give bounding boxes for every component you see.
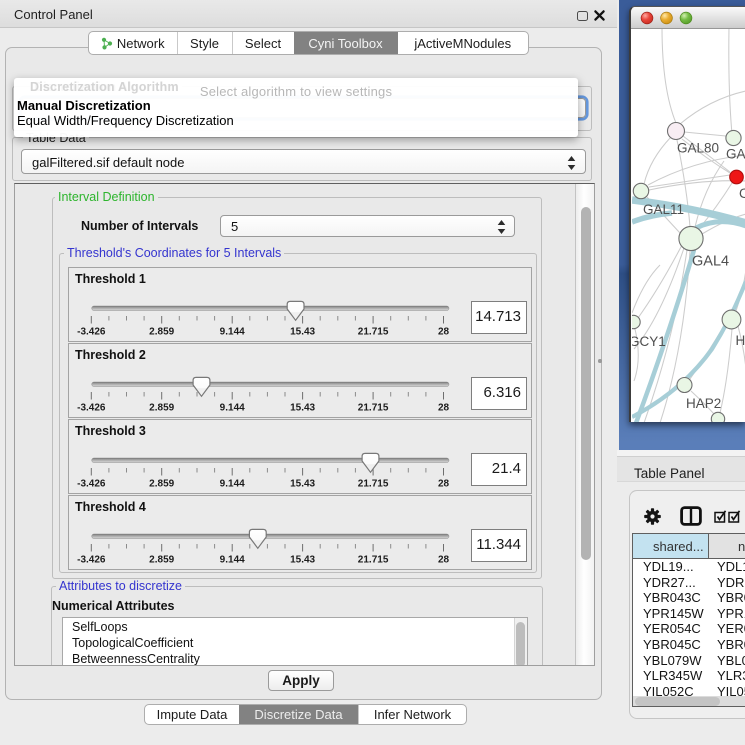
svg-text:HAP2: HAP2: [686, 396, 721, 411]
svg-text:21.715: 21.715: [358, 479, 389, 490]
svg-text:2.859: 2.859: [149, 555, 174, 566]
svg-text:21.715: 21.715: [358, 403, 389, 414]
svg-text:-3.426: -3.426: [77, 327, 106, 338]
svg-text:28: 28: [438, 327, 450, 338]
svg-text:9.144: 9.144: [220, 479, 245, 490]
svg-text:9.144: 9.144: [220, 555, 245, 566]
svg-text:28: 28: [438, 403, 450, 414]
svg-text:GAL11: GAL11: [643, 202, 684, 217]
svg-text:2.859: 2.859: [149, 479, 174, 490]
svg-text:GAL3: GAL3: [726, 147, 745, 162]
svg-text:-3.426: -3.426: [77, 479, 106, 490]
svg-text:21.715: 21.715: [358, 555, 389, 566]
svg-text:28: 28: [438, 479, 450, 490]
svg-text:15.43: 15.43: [290, 479, 315, 490]
svg-text:CY: CY: [739, 186, 745, 201]
svg-text:GAL80: GAL80: [677, 141, 719, 156]
svg-text:HIS: HIS: [736, 333, 745, 348]
svg-text:-3.426: -3.426: [77, 403, 106, 414]
svg-text:15.43: 15.43: [290, 327, 315, 338]
svg-text:GCY1: GCY1: [632, 334, 666, 349]
svg-text:-3.426: -3.426: [77, 555, 106, 566]
svg-text:9.144: 9.144: [220, 403, 245, 414]
svg-text:2.859: 2.859: [149, 327, 174, 338]
svg-text:15.43: 15.43: [290, 403, 315, 414]
svg-text:28: 28: [438, 555, 450, 566]
svg-text:21.715: 21.715: [358, 327, 389, 338]
svg-text:GAL4: GAL4: [692, 254, 729, 270]
svg-text:9.144: 9.144: [220, 327, 245, 338]
svg-text:2.859: 2.859: [149, 403, 174, 414]
svg-text:15.43: 15.43: [290, 555, 315, 566]
